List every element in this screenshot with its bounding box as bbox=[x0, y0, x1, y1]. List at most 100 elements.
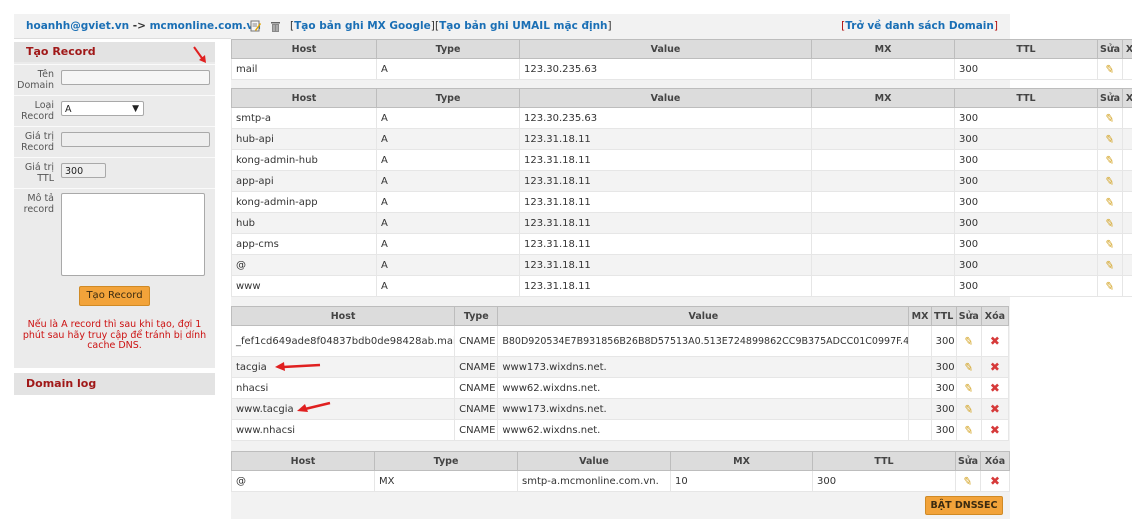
table-row: app-apiA123.31.18.11 300 ✎ ✖ bbox=[231, 170, 1132, 192]
records-table-mail: Host Type Value MX TTL Sửa Xóa mail A 12… bbox=[231, 39, 1132, 80]
pencil-icon[interactable]: ✎ bbox=[962, 474, 973, 488]
delete-x-icon[interactable]: ✖ bbox=[990, 402, 1000, 416]
edit-icon[interactable] bbox=[250, 20, 261, 32]
table-row: www.tacgia CNAME www173.wixdns.net. 300 ✎ ✖ bbox=[230, 398, 1010, 420]
type-cell: A bbox=[376, 254, 520, 276]
pencil-icon[interactable]: ✎ bbox=[1104, 111, 1115, 125]
edit-cell[interactable]: ✎ bbox=[1097, 233, 1123, 255]
edit-cell[interactable]: ✎ bbox=[1097, 149, 1123, 171]
create-record-panel: Tạo Record Tên Domain Loại Record A ▼ Gi… bbox=[14, 42, 215, 368]
delete-cell[interactable]: ✖ bbox=[1122, 233, 1132, 255]
mx-cell bbox=[811, 58, 955, 80]
pencil-icon[interactable]: ✎ bbox=[963, 360, 974, 374]
type-row: Loại Record A ▼ bbox=[14, 95, 215, 126]
edit-cell[interactable]: ✎ bbox=[955, 398, 982, 420]
mx-cell bbox=[811, 128, 955, 150]
create-mx-google-link[interactable]: [Tạo bản ghi MX Google] bbox=[290, 20, 435, 32]
delete-cell[interactable]: ✖ bbox=[1122, 212, 1132, 234]
delete-cell[interactable]: ✖ bbox=[1122, 170, 1132, 192]
edit-cell[interactable]: ✎ bbox=[955, 470, 981, 492]
table-row: kong-admin-hubA123.31.18.11 300 ✎ ✖ bbox=[231, 149, 1132, 171]
pencil-icon[interactable]: ✎ bbox=[1104, 153, 1115, 167]
delete-x-icon[interactable]: ✖ bbox=[990, 423, 1000, 437]
pencil-icon[interactable]: ✎ bbox=[1104, 279, 1115, 293]
type-cell: A bbox=[376, 191, 520, 213]
value-cell: www62.wixdns.net. bbox=[497, 419, 910, 441]
user-email[interactable]: hoanhh@gviet.vn bbox=[26, 20, 129, 32]
pencil-icon[interactable]: ✎ bbox=[1104, 195, 1115, 209]
delete-x-icon[interactable]: ✖ bbox=[990, 381, 1000, 395]
delete-cell[interactable]: ✖ bbox=[1122, 191, 1132, 213]
edit-cell[interactable]: ✎ bbox=[1097, 254, 1123, 276]
edit-cell[interactable]: ✎ bbox=[1097, 58, 1123, 80]
delete-cell[interactable]: ✖ bbox=[1122, 149, 1132, 171]
annotation-arrow-icon bbox=[193, 46, 206, 63]
delete-cell[interactable]: ✖ bbox=[1122, 58, 1132, 80]
edit-cell[interactable]: ✎ bbox=[955, 356, 982, 378]
ttl-cell: 300 bbox=[954, 233, 1098, 255]
delete-x-icon[interactable]: ✖ bbox=[990, 334, 1000, 348]
col-mx: MX bbox=[670, 451, 813, 471]
mx-cell bbox=[811, 212, 955, 234]
delete-cell[interactable]: ✖ bbox=[980, 356, 1010, 378]
edit-cell[interactable]: ✎ bbox=[1097, 191, 1123, 213]
domain-log-header[interactable]: Domain log bbox=[14, 373, 215, 395]
delete-cell[interactable]: ✖ bbox=[1122, 254, 1132, 276]
host-cell: smtp-a bbox=[231, 107, 377, 129]
delete-cell[interactable]: ✖ bbox=[1122, 107, 1132, 129]
domain-name[interactable]: mcmonline.com.vn bbox=[150, 20, 261, 32]
type-cell: A bbox=[376, 107, 520, 129]
panel-title: Tạo Record bbox=[14, 42, 215, 62]
pencil-icon[interactable]: ✎ bbox=[963, 423, 974, 437]
delete-cell[interactable]: ✖ bbox=[980, 325, 1010, 357]
table-row: mail A 123.30.235.63 300 ✎ ✖ bbox=[231, 58, 1132, 80]
pencil-icon[interactable]: ✎ bbox=[1104, 174, 1115, 188]
back-to-domain-list-link[interactable]: [Trở về danh sách Domain] bbox=[841, 20, 998, 32]
edit-cell[interactable]: ✎ bbox=[1097, 212, 1123, 234]
host-cell: @ bbox=[231, 254, 377, 276]
delete-cell[interactable]: ✖ bbox=[980, 470, 1010, 492]
delete-x-icon[interactable]: ✖ bbox=[990, 360, 1000, 374]
value-cell: 123.30.235.63 bbox=[519, 107, 812, 129]
pencil-icon[interactable]: ✎ bbox=[963, 334, 974, 348]
edit-cell[interactable]: ✎ bbox=[955, 325, 982, 357]
records-table-cname: Host Type Value MX TTL Sửa Xóa _fef1cd64… bbox=[230, 306, 1010, 441]
create-umail-link[interactable]: [Tạo bản ghi UMAIL mặc định] bbox=[435, 20, 612, 32]
edit-cell[interactable]: ✎ bbox=[955, 377, 982, 399]
edit-cell[interactable]: ✎ bbox=[1097, 107, 1123, 129]
ttl-input[interactable]: 300 bbox=[61, 163, 106, 178]
edit-cell[interactable]: ✎ bbox=[955, 419, 982, 441]
create-record-button[interactable]: Tạo Record bbox=[79, 286, 150, 306]
type-select[interactable]: A ▼ bbox=[61, 101, 144, 116]
trash-icon[interactable] bbox=[270, 20, 281, 32]
col-mx: MX bbox=[811, 39, 955, 59]
value-cell: 123.30.235.63 bbox=[519, 58, 812, 80]
edit-cell[interactable]: ✎ bbox=[1097, 128, 1123, 150]
col-host: Host bbox=[230, 306, 456, 326]
table-row: www.nhacsi CNAME www62.wixdns.net. 300 ✎ ✖ bbox=[230, 419, 1010, 441]
delete-cell[interactable]: ✖ bbox=[980, 419, 1010, 441]
enable-dnssec-button[interactable]: BẬT DNSSEC bbox=[925, 496, 1003, 515]
pencil-icon[interactable]: ✎ bbox=[1104, 62, 1115, 76]
col-type: Type bbox=[454, 306, 499, 326]
delete-cell[interactable]: ✖ bbox=[980, 398, 1010, 420]
domain-input[interactable] bbox=[61, 70, 210, 85]
ttl-cell: 300 bbox=[954, 149, 1098, 171]
value-input[interactable] bbox=[61, 132, 210, 147]
delete-cell[interactable]: ✖ bbox=[1122, 128, 1132, 150]
host-cell: nhacsi bbox=[230, 377, 456, 399]
delete-cell[interactable]: ✖ bbox=[980, 377, 1010, 399]
delete-cell[interactable]: ✖ bbox=[1122, 275, 1132, 297]
annotation-arrow-icon bbox=[297, 401, 331, 412]
edit-cell[interactable]: ✎ bbox=[1097, 275, 1123, 297]
pencil-icon[interactable]: ✎ bbox=[963, 402, 974, 416]
pencil-icon[interactable]: ✎ bbox=[963, 381, 974, 395]
pencil-icon[interactable]: ✎ bbox=[1104, 216, 1115, 230]
ttl-cell: 300 bbox=[954, 275, 1098, 297]
pencil-icon[interactable]: ✎ bbox=[1104, 132, 1115, 146]
delete-x-icon[interactable]: ✖ bbox=[990, 474, 1000, 488]
pencil-icon[interactable]: ✎ bbox=[1104, 237, 1115, 251]
pencil-icon[interactable]: ✎ bbox=[1104, 258, 1115, 272]
description-textarea[interactable] bbox=[61, 193, 205, 276]
edit-cell[interactable]: ✎ bbox=[1097, 170, 1123, 192]
